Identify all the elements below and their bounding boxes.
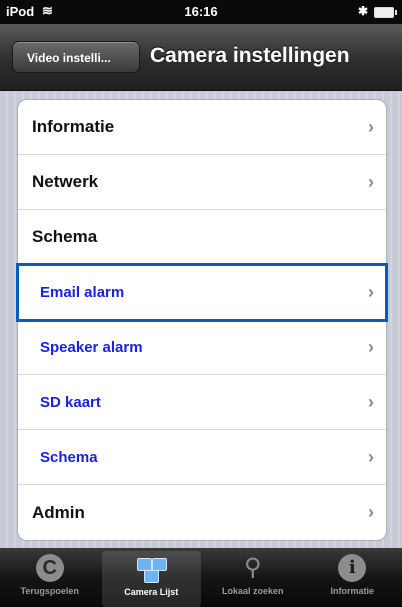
list-item-label: Schema [32,227,98,246]
list-item-label: Email alarm [40,283,125,301]
tab-camera-lijst[interactable]: Camera Lijst [101,551,201,607]
chevron-right-icon: › [368,117,374,137]
list-item-label: Admin [32,502,85,522]
tab-label: Camera Lijst [124,587,179,597]
list-item-label: Speaker alarm [40,338,143,356]
battery-icon [374,7,397,18]
search-icon: ⚲ [243,554,262,581]
list-item-email-alarm[interactable]: Email alarm › [16,263,388,322]
list-item-netwerk[interactable]: Netwerk › [18,155,386,210]
back-button[interactable]: Video instelli... [12,41,140,73]
list-item-admin[interactable]: Admin › [18,485,386,540]
settings-content: Informatie › Netwerk › Schema Email alar… [0,91,402,548]
status-time: 16:16 [184,4,218,19]
list-item-sd-kaart[interactable]: SD kaart › [18,375,386,430]
status-bar: iPod ≋ 16:16 ✱ [0,0,402,24]
chevron-right-icon: › [368,282,374,302]
settings-list: Informatie › Netwerk › Schema Email alar… [16,99,388,541]
list-item-informatie[interactable]: Informatie › [18,100,386,155]
info-icon: i [338,554,367,582]
chevron-right-icon: › [368,502,374,522]
tab-label: Terugspoelen [20,586,79,596]
tab-label: Lokaal zoeken [221,586,284,596]
tab-bar: C Terugspoelen Camera Lijst ⚲ Lokaal zoe… [0,548,402,607]
list-item-schema[interactable]: Schema › [18,430,386,485]
list-item-label: Netwerk [32,172,99,191]
navigation-bar: Video instelli... Camera instellingen [0,24,402,91]
list-item-label: Schema [40,448,98,466]
chevron-right-icon: › [368,447,374,467]
camera-list-icon [135,557,168,583]
list-header-schema: Schema [18,210,386,265]
list-item-label: Informatie [32,117,115,136]
bluetooth-icon: ✱ [357,4,368,18]
tab-label: Informatie [330,586,374,596]
chevron-right-icon: › [368,392,374,412]
list-item-speaker-alarm[interactable]: Speaker alarm › [18,320,386,375]
chevron-right-icon: › [368,172,374,192]
tab-informatie[interactable]: i Informatie [303,548,402,607]
replay-icon: C [35,554,64,582]
page-title: Camera instellingen [150,44,350,67]
tab-terugspoelen[interactable]: C Terugspoelen [0,548,100,607]
list-item-label: SD kaart [40,393,101,411]
tab-lokaal-zoeken[interactable]: ⚲ Lokaal zoeken [203,548,303,607]
chevron-right-icon: › [368,337,374,357]
